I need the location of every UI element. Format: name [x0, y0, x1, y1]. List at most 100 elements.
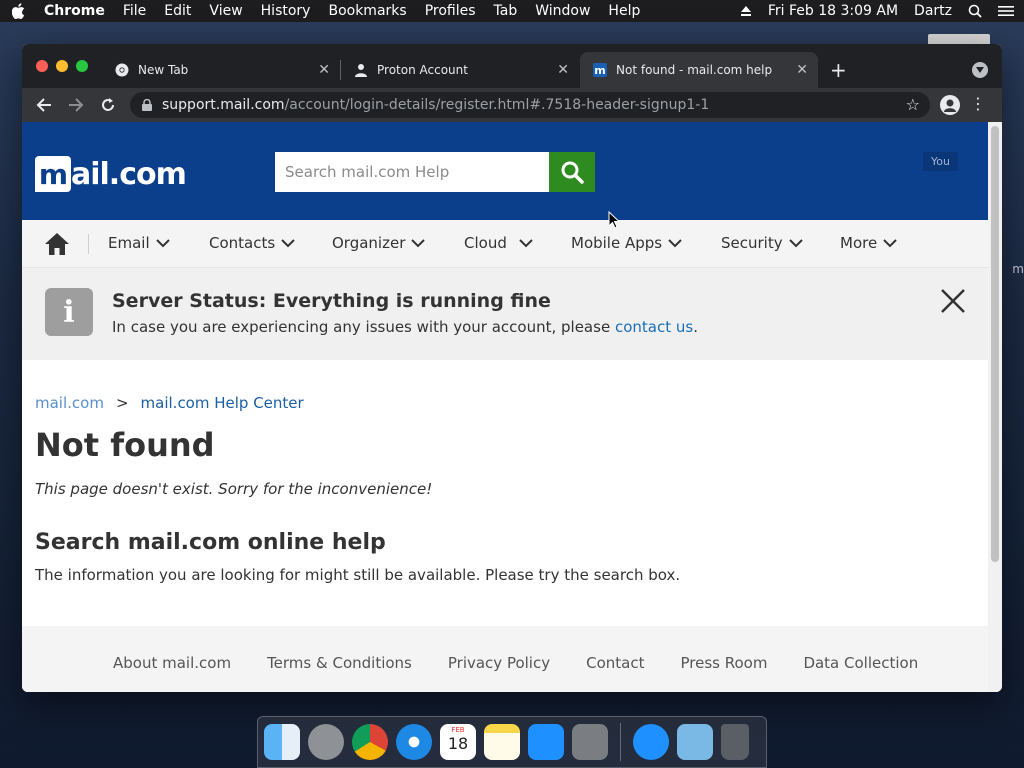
nav-email[interactable]: Email — [108, 234, 170, 252]
menu-app-name[interactable]: Chrome — [44, 3, 105, 19]
scrollbar-thumb[interactable] — [991, 126, 999, 562]
menu-view[interactable]: View — [209, 3, 242, 19]
menubar-user[interactable]: Dartz — [914, 3, 952, 19]
footer-privacy-link[interactable]: Privacy Policy — [448, 654, 550, 672]
macos-menubar: Chrome File Edit View History Bookmarks … — [0, 0, 1024, 22]
profile-avatar-icon[interactable] — [940, 95, 960, 115]
chevron-down-icon — [411, 238, 426, 247]
page-scrollbar[interactable] — [988, 122, 1002, 692]
new-tab-plus-icon[interactable]: + — [830, 58, 847, 82]
menu-history[interactable]: History — [261, 3, 311, 19]
nav-contacts[interactable]: Contacts — [209, 234, 295, 252]
menu-bookmarks[interactable]: Bookmarks — [328, 3, 406, 19]
tab-search-icon[interactable] — [972, 62, 988, 78]
chevron-down-icon — [281, 238, 295, 247]
footer-about-link[interactable]: About mail.com — [113, 654, 231, 672]
back-arrow-icon[interactable] — [34, 95, 54, 115]
footer-contact-link[interactable]: Contact — [586, 654, 644, 672]
footer-data-collection-link[interactable]: Data Collection — [803, 654, 918, 672]
mouse-cursor-icon — [608, 211, 620, 229]
app-store-icon[interactable] — [528, 724, 564, 760]
calendar-day: 18 — [447, 734, 469, 753]
close-icon[interactable] — [940, 288, 966, 314]
nav-security[interactable]: Security — [721, 234, 803, 252]
footer-terms-link[interactable]: Terms & Conditions — [267, 654, 412, 672]
desktop-background-text: m — [1012, 262, 1024, 276]
lock-icon[interactable] — [142, 99, 152, 111]
breadcrumb: mail.com > mail.com Help Center — [35, 394, 304, 412]
address-bar[interactable]: support.mail.com/account/login-details/r… — [130, 92, 930, 118]
site-footer: About mail.com Terms & Conditions Privac… — [22, 626, 988, 692]
nav-cloud[interactable]: Cloud — [464, 234, 533, 252]
search-button[interactable] — [549, 152, 595, 192]
svg-text:m: m — [594, 64, 605, 77]
web-page: m ail.com You Email Contacts Organizer C… — [22, 122, 988, 692]
person-icon — [353, 62, 369, 78]
tab-title: Not found - mail.com help — [616, 63, 773, 77]
minimize-window-button[interactable] — [56, 60, 68, 72]
app-store-icon[interactable] — [633, 724, 669, 760]
nav-mobile-apps[interactable]: Mobile Apps — [571, 234, 682, 252]
mailcom-favicon: m — [592, 62, 608, 78]
chevron-down-icon — [519, 238, 533, 247]
menu-tab[interactable]: Tab — [494, 3, 518, 19]
apple-icon[interactable] — [12, 3, 26, 19]
logo-text: ail.com — [71, 156, 187, 192]
control-center-icon[interactable] — [998, 5, 1014, 17]
menu-help[interactable]: Help — [608, 3, 640, 19]
bookmark-star-icon[interactable]: ☆ — [906, 95, 920, 114]
trash-icon[interactable] — [721, 724, 749, 760]
footer-press-room-link[interactable]: Press Room — [680, 654, 767, 672]
eject-icon[interactable] — [740, 5, 752, 17]
forward-arrow-icon[interactable] — [66, 95, 86, 115]
breadcrumb-help-center-link[interactable]: mail.com Help Center — [141, 394, 304, 412]
menu-file[interactable]: File — [123, 3, 146, 19]
search-help-heading: Search mail.com online help — [35, 530, 386, 555]
maximize-window-button[interactable] — [76, 60, 88, 72]
page-subtitle: This page doesn't exist. Sorry for the i… — [35, 480, 433, 498]
breadcrumb-separator: > — [115, 394, 129, 412]
help-search — [275, 152, 595, 192]
close-tab-icon[interactable]: ✕ — [796, 62, 808, 78]
menubar-clock[interactable]: Fri Feb 18 3:09 AM — [768, 3, 898, 19]
launchpad-icon[interactable] — [308, 724, 344, 760]
you-badge[interactable]: You — [923, 152, 958, 171]
status-title: Server Status: Everything is running fin… — [112, 290, 551, 312]
chrome-window: New Tab ✕ Proton Account ✕ m Not found -… — [22, 44, 1002, 692]
notes-icon[interactable] — [484, 724, 520, 760]
downloads-folder-icon[interactable] — [677, 724, 713, 760]
help-search-input[interactable] — [275, 152, 549, 192]
menu-edit[interactable]: Edit — [164, 3, 191, 19]
spotlight-search-icon[interactable] — [968, 4, 982, 18]
url-host: support.mail.com — [162, 97, 285, 113]
chrome-icon[interactable] — [352, 724, 388, 760]
info-icon: i — [45, 288, 93, 336]
url-path: /account/login-details/register.html#.75… — [284, 97, 710, 113]
close-tab-icon[interactable]: ✕ — [557, 62, 569, 78]
tab-new-tab[interactable]: New Tab ✕ — [102, 52, 340, 88]
chevron-down-icon — [155, 238, 170, 247]
page-title: Not found — [35, 426, 215, 464]
contact-us-link[interactable]: contact us — [615, 318, 693, 336]
logo-m: m — [35, 156, 71, 192]
mailcom-logo[interactable]: m ail.com — [35, 156, 187, 192]
calendar-icon[interactable]: FEB 18 — [440, 724, 476, 760]
nav-organizer[interactable]: Organizer — [332, 234, 426, 252]
chevron-down-icon — [788, 238, 803, 247]
close-tab-icon[interactable]: ✕ — [318, 62, 330, 78]
chevron-down-icon — [883, 238, 897, 247]
menu-profiles[interactable]: Profiles — [425, 3, 476, 19]
reload-icon[interactable] — [98, 95, 118, 115]
system-preferences-icon[interactable] — [572, 724, 608, 760]
breadcrumb-home-link[interactable]: mail.com — [35, 394, 104, 412]
chrome-icon — [114, 62, 130, 78]
nav-more[interactable]: More — [840, 234, 897, 252]
menu-window[interactable]: Window — [535, 3, 590, 19]
finder-icon[interactable] — [264, 724, 300, 760]
chrome-menu-icon[interactable]: ⋮ — [970, 94, 986, 113]
tab-proton-account[interactable]: Proton Account ✕ — [341, 52, 579, 88]
close-window-button[interactable] — [36, 60, 48, 72]
home-icon[interactable] — [44, 232, 70, 256]
tab-mailcom-not-found[interactable]: m Not found - mail.com help ✕ — [580, 52, 818, 88]
safari-icon[interactable] — [396, 724, 432, 760]
